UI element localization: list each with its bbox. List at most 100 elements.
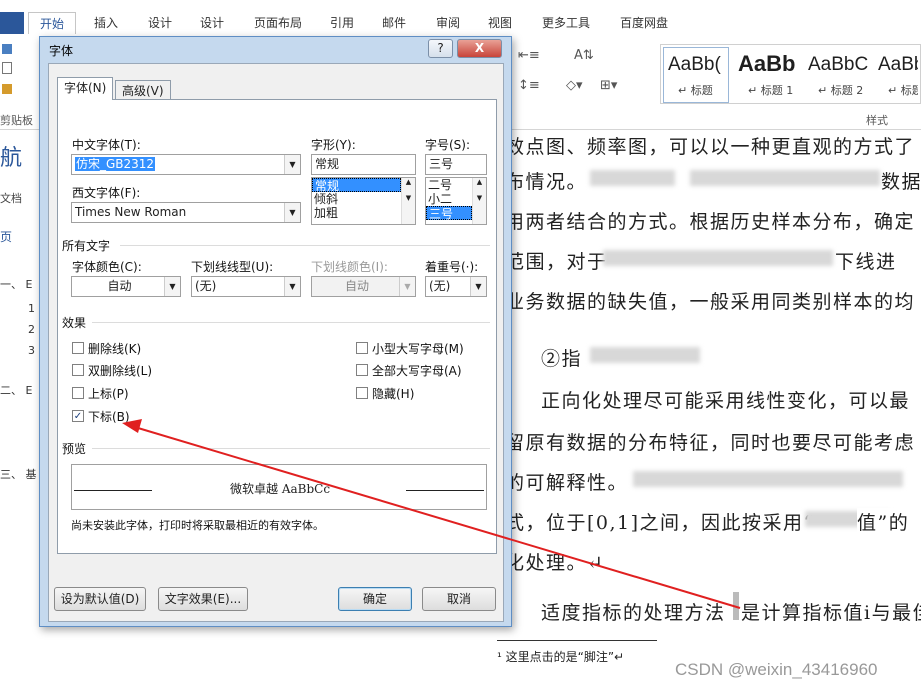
chinese-font-combo[interactable]: 仿宋_GB2312 ▼: [71, 154, 301, 175]
tab-advanced[interactable]: 高级(V): [115, 80, 171, 100]
western-font-combo[interactable]: Times New Roman ▼: [71, 202, 301, 223]
text-cursor: [733, 592, 739, 620]
style-heading-2[interactable]: AaBbC ↵ 标题 2: [803, 47, 869, 103]
hidden-label[interactable]: 隐藏(H): [372, 385, 414, 402]
close-button[interactable]: X: [457, 39, 502, 58]
redacted-text: [590, 170, 675, 186]
font-color-combo[interactable]: 自动 ▼: [71, 276, 181, 297]
tab-mailings[interactable]: 邮件: [374, 12, 414, 34]
style-heading-1[interactable]: AaBb ↵ 标题 1: [733, 47, 799, 103]
copy-icon[interactable]: [2, 62, 12, 74]
ok-button[interactable]: 确定: [338, 587, 412, 611]
footnote-text: ¹ 这里点击的是“脚注”↵: [497, 650, 625, 664]
cancel-button[interactable]: 取消: [422, 587, 496, 611]
subscript-label[interactable]: 下标(B): [88, 408, 130, 425]
chinese-font-label: 中文字体(T):: [72, 138, 141, 152]
font-style-input[interactable]: 常规: [311, 154, 416, 175]
list-item[interactable]: 倾斜: [312, 192, 415, 206]
dialog-titlebar[interactable]: 字体 ? X: [40, 37, 511, 63]
all-caps-checkbox[interactable]: [356, 364, 368, 376]
strikethrough-checkbox[interactable]: [72, 342, 84, 354]
subscript-checkbox[interactable]: ✓: [72, 410, 84, 422]
list-item[interactable]: 三号: [426, 206, 472, 221]
list-item[interactable]: 加粗: [312, 206, 415, 220]
text-effects-button[interactable]: 文字效果(E)...: [158, 587, 248, 611]
underline-style-value: (无): [195, 279, 217, 293]
tab-design-2[interactable]: 设计: [192, 12, 232, 34]
divider: [92, 322, 490, 323]
superscript-checkbox[interactable]: [72, 387, 84, 399]
doc-line: 数据: [881, 171, 921, 193]
dialog-body: 字体(N) 高级(V) 中文字体(T): 仿宋_GB2312 ▼ 西文字体(F)…: [48, 63, 504, 622]
nav-heading-2[interactable]: 二、 E: [0, 382, 32, 398]
tab-font[interactable]: 字体(N): [57, 77, 114, 100]
underline-style-combo[interactable]: (无) ▼: [191, 276, 301, 297]
chevron-down-icon[interactable]: ▼: [284, 155, 300, 174]
emphasis-combo[interactable]: (无) ▼: [425, 276, 487, 297]
chevron-down-icon[interactable]: ▼: [284, 203, 300, 222]
cut-icon[interactable]: [2, 44, 12, 54]
style-sample: AaBb: [738, 51, 796, 76]
tab-more-tools[interactable]: 更多工具: [534, 12, 598, 34]
style-sample: AaBb(: [668, 54, 721, 75]
tab-design[interactable]: 设计: [140, 12, 180, 34]
nav-pane-title: 航: [0, 146, 23, 171]
double-strikethrough-checkbox[interactable]: [72, 364, 84, 376]
scrollbar[interactable]: ▲ ▼: [472, 178, 486, 224]
emphasis-value: (无): [429, 279, 451, 293]
tab-review[interactable]: 审阅: [428, 12, 468, 34]
scrollbar[interactable]: ▲ ▼: [401, 178, 415, 224]
tab-references[interactable]: 引用: [322, 12, 362, 34]
list-item[interactable]: 常规: [312, 178, 401, 193]
doc-line: 的可解释性。: [505, 472, 629, 494]
chevron-down-icon[interactable]: ▼: [284, 277, 300, 296]
shading-icon[interactable]: ◇▾: [566, 78, 583, 93]
chevron-down-icon[interactable]: ▼: [164, 277, 180, 296]
underline-style-label: 下划线线型(U):: [191, 260, 274, 274]
tab-home[interactable]: 开始: [28, 12, 76, 34]
double-strikethrough-label[interactable]: 双删除线(L): [88, 362, 152, 379]
strikethrough-label[interactable]: 删除线(K): [88, 340, 141, 357]
doc-line: 业务数据的缺失值，一般采用同类别样本的均: [505, 291, 916, 313]
font-tab-panel: 中文字体(T): 仿宋_GB2312 ▼ 西文字体(F): Times New …: [57, 99, 497, 554]
font-size-input[interactable]: 三号: [425, 154, 487, 175]
style-name: ↵ 标题: [678, 84, 713, 97]
indent-icon[interactable]: ⇤≡: [518, 48, 540, 63]
line-spacing-icon[interactable]: ↕≡: [518, 78, 540, 93]
small-caps-label[interactable]: 小型大写字母(M): [372, 340, 464, 357]
nav-subitem[interactable]: 3: [28, 340, 38, 361]
style-title[interactable]: AaBb( ↵ 标题: [663, 47, 729, 103]
chevron-down-icon[interactable]: ▼: [470, 277, 486, 296]
tab-file[interactable]: [0, 12, 24, 34]
nav-heading-1[interactable]: 一、 E: [0, 276, 32, 292]
doc-line: 效点图、频率图，可以以一种更直观的方式了: [505, 136, 916, 158]
borders-icon[interactable]: ⊞▾: [600, 78, 617, 93]
chinese-layout-icon[interactable]: A⇅: [574, 48, 594, 63]
set-default-button[interactable]: 设为默认值(D): [54, 587, 146, 611]
font-size-list[interactable]: 二号 小二 三号 ▲ ▼: [425, 177, 487, 225]
all-caps-label[interactable]: 全部大写字母(A): [372, 362, 462, 379]
small-caps-checkbox[interactable]: [356, 342, 368, 354]
superscript-label[interactable]: 上标(P): [88, 385, 129, 402]
tab-baidu-pan[interactable]: 百度网盘: [612, 12, 676, 34]
underline-color-combo[interactable]: 自动 ▼: [311, 276, 416, 297]
tab-insert[interactable]: 插入: [86, 12, 126, 34]
preview-box: 微软卓越 AaBbCc: [71, 464, 487, 510]
footnote-separator: [497, 640, 657, 641]
help-button[interactable]: ?: [428, 39, 453, 58]
style-title-2[interactable]: AaBb ↵ 标题: [873, 47, 919, 103]
format-painter-icon[interactable]: [2, 84, 12, 94]
nav-subitem[interactable]: 1: [28, 298, 38, 319]
tab-layout[interactable]: 页面布局: [246, 12, 310, 34]
style-name: ↵ 标题: [888, 84, 918, 97]
underline-color-label: 下划线颜色(I):: [311, 260, 388, 274]
nav-subitem[interactable]: 2: [28, 319, 38, 340]
font-style-list[interactable]: 常规 倾斜 加粗 ▲ ▼: [311, 177, 416, 225]
doc-line: 是计算指标值i与最佳: [741, 602, 921, 624]
paragraph-group: ⇤≡ A⇅ ↕≡ ◇▾ ⊞▾: [514, 44, 654, 104]
nav-heading-3[interactable]: 三、 基: [0, 466, 37, 482]
tab-view[interactable]: 视图: [480, 12, 520, 34]
chevron-down-icon[interactable]: ▼: [399, 277, 415, 296]
nav-tab-pages[interactable]: 页: [0, 228, 12, 245]
hidden-checkbox[interactable]: [356, 387, 368, 399]
